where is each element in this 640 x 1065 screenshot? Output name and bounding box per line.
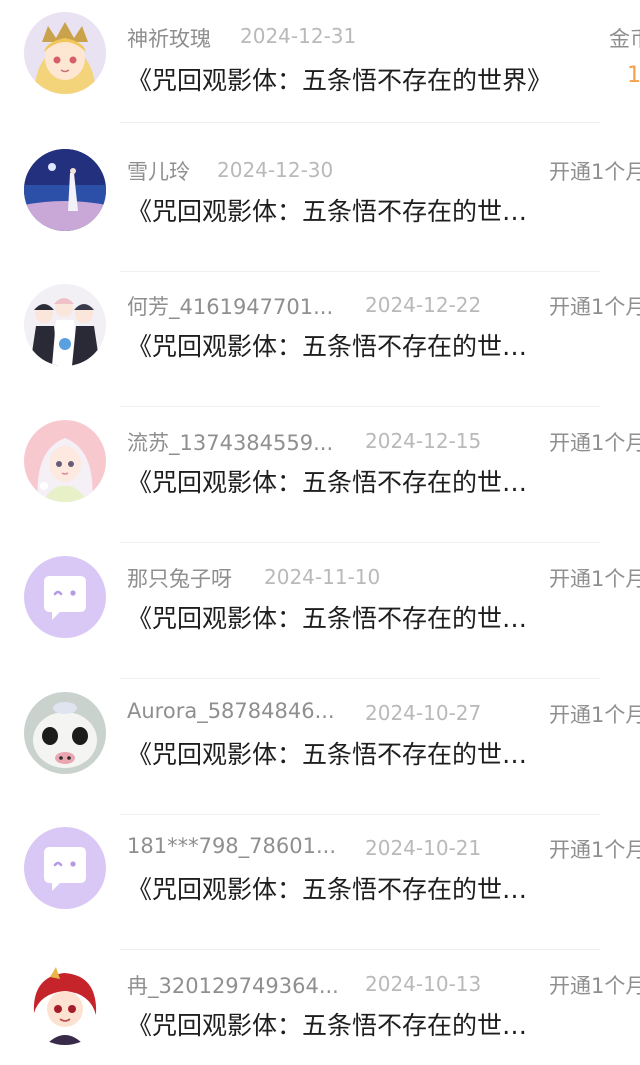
user-name[interactable]: 雪儿玲 <box>127 156 190 186</box>
default-chat-avatar-icon <box>24 556 106 638</box>
reward-type: 开通1个月 <box>549 567 640 591</box>
user-name[interactable]: 何芳_4161947701... <box>127 291 333 321</box>
user-name[interactable]: 神祈玫瑰 <box>127 23 211 53</box>
work-title[interactable]: 《咒回观影体：五条悟不存在的世界》 <box>127 61 552 97</box>
list-item[interactable]: 雪儿玲 2024-12-30 开通1个月 《咒回观影体：五条悟不存在的世界》 <box>0 137 640 272</box>
work-title[interactable]: 《咒回观影体：五条悟不存在的世界》 <box>127 1006 535 1042</box>
reward-type: 开通1个月 <box>549 838 640 862</box>
default-chat-avatar-icon <box>24 827 106 909</box>
date: 2024-11-10 <box>264 565 381 589</box>
work-title[interactable]: 《咒回观影体：五条悟不存在的世界》 <box>127 870 535 906</box>
work-title[interactable]: 《咒回观影体：五条悟不存在的世界》 <box>127 735 535 771</box>
group-anime-avatar-icon <box>24 284 106 366</box>
avatar[interactable] <box>24 420 106 502</box>
avatar[interactable] <box>24 284 106 366</box>
reward-type: 开通1个月 <box>549 160 640 184</box>
divider <box>120 949 600 950</box>
avatar[interactable] <box>24 556 106 638</box>
work-title[interactable]: 《咒回观影体：五条悟不存在的世界》 <box>127 463 535 499</box>
night-beach-avatar-icon <box>24 149 106 231</box>
date: 2024-12-22 <box>365 293 482 317</box>
avatar[interactable] <box>24 692 106 774</box>
list-item[interactable]: 流苏_1374384559... 2024-12-15 开通1个月 《咒回观影体… <box>0 408 640 543</box>
avatar[interactable] <box>24 963 106 1045</box>
reward-type: 开通1个月 <box>549 431 640 455</box>
date: 2024-12-31 <box>240 24 357 48</box>
date: 2024-12-30 <box>217 158 334 182</box>
work-title[interactable]: 《咒回观影体：五条悟不存在的世界》 <box>127 599 535 635</box>
user-name[interactable]: 那只兔子呀 <box>127 563 232 593</box>
divider <box>120 406 600 407</box>
reward-type: 开通1个月 <box>549 974 640 998</box>
anime-girl-crown-avatar-icon <box>24 12 106 94</box>
reward-type: 开通1个月 <box>549 703 640 727</box>
avatar[interactable] <box>24 149 106 231</box>
user-name[interactable]: 流苏_1374384559... <box>127 427 333 457</box>
user-name[interactable]: 冉_320129749364... <box>127 970 339 1000</box>
divider <box>120 678 600 679</box>
red-hair-chibi-avatar-icon <box>24 963 106 1045</box>
user-name[interactable]: 181***798_78601... <box>127 834 336 858</box>
list-item[interactable]: Aurora_58784846... 2024-10-27 开通1个月 《咒回观… <box>0 680 640 815</box>
reward-type: 开通1个月 <box>549 295 640 319</box>
divider <box>120 542 600 543</box>
cat-photo-avatar-icon <box>24 692 106 774</box>
date: 2024-12-15 <box>365 429 482 453</box>
coin-amount: 1 <box>627 63 640 88</box>
list-item[interactable]: 冉_320129749364... 2024-10-13 开通1个月 《咒回观影… <box>0 951 640 1065</box>
white-hair-girl-avatar-icon <box>24 420 106 502</box>
user-name[interactable]: Aurora_58784846... <box>127 699 335 723</box>
avatar[interactable] <box>24 12 106 94</box>
work-title[interactable]: 《咒回观影体：五条悟不存在的世界》 <box>127 327 535 363</box>
avatar[interactable] <box>24 827 106 909</box>
reward-type: 金币 <box>609 27 640 51</box>
date: 2024-10-13 <box>365 972 482 996</box>
date: 2024-10-27 <box>365 701 482 725</box>
list-item[interactable]: 神祈玫瑰 2024-12-31 金币 《咒回观影体：五条悟不存在的世界》 1 <box>0 0 640 135</box>
list-item[interactable]: 那只兔子呀 2024-11-10 开通1个月 《咒回观影体：五条悟不存在的世界》 <box>0 544 640 679</box>
date: 2024-10-21 <box>365 836 482 860</box>
work-title[interactable]: 《咒回观影体：五条悟不存在的世界》 <box>127 192 535 228</box>
divider <box>120 122 600 123</box>
list-item[interactable]: 何芳_4161947701... 2024-12-22 开通1个月 《咒回观影体… <box>0 272 640 407</box>
list-item[interactable]: 181***798_78601... 2024-10-21 开通1个月 《咒回观… <box>0 815 640 950</box>
supporter-list: 神祈玫瑰 2024-12-31 金币 《咒回观影体：五条悟不存在的世界》 1 雪… <box>0 0 640 1065</box>
